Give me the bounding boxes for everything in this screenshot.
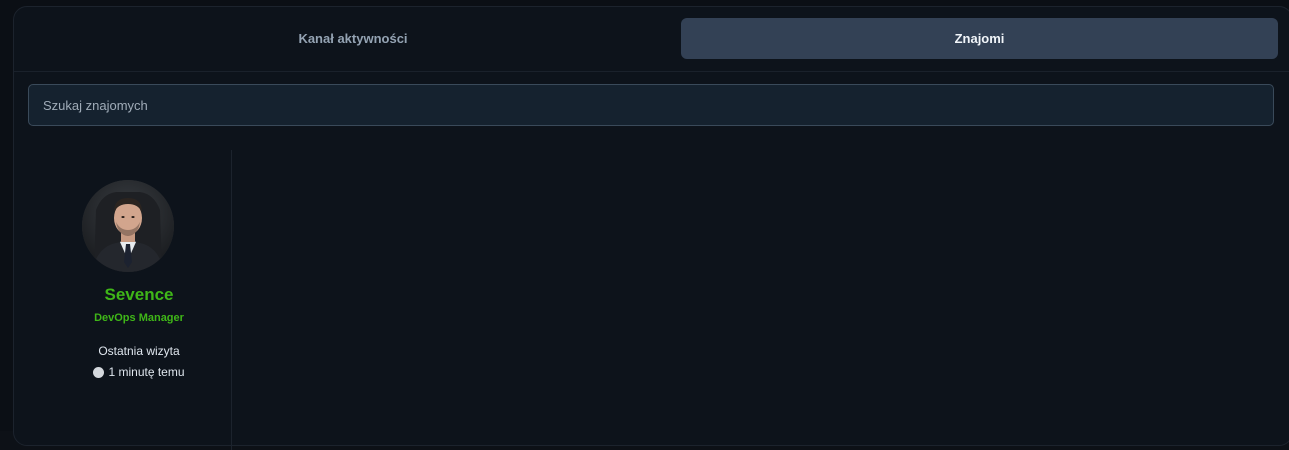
tab-friends[interactable]: Znajomi [681, 18, 1278, 59]
status-dot-icon [93, 366, 105, 378]
last-visit-row: 1 minutę temu [27, 365, 251, 379]
friend-name[interactable]: Sevence [27, 285, 251, 305]
friend-card[interactable]: Sevence DevOps Manager Ostatnia wizyta 1… [27, 150, 232, 450]
friend-role: DevOps Manager [94, 312, 184, 324]
last-visit-time: 1 minutę temu [108, 365, 185, 379]
avatar[interactable] [82, 180, 174, 272]
page-background: Kanał aktywności Znajomi Szukaj znajomyc… [0, 0, 1289, 450]
friend-search-input[interactable] [28, 84, 1274, 126]
tab-activity-feed[interactable]: Kanał aktywności [25, 18, 681, 59]
friends-panel: Kanał aktywności Znajomi Szukaj znajomyc… [13, 6, 1289, 450]
last-visit-label: Ostatnia wizyta [98, 344, 180, 358]
tab-bar: Kanał aktywności Znajomi [14, 7, 1289, 72]
avatar-photo [82, 180, 174, 272]
